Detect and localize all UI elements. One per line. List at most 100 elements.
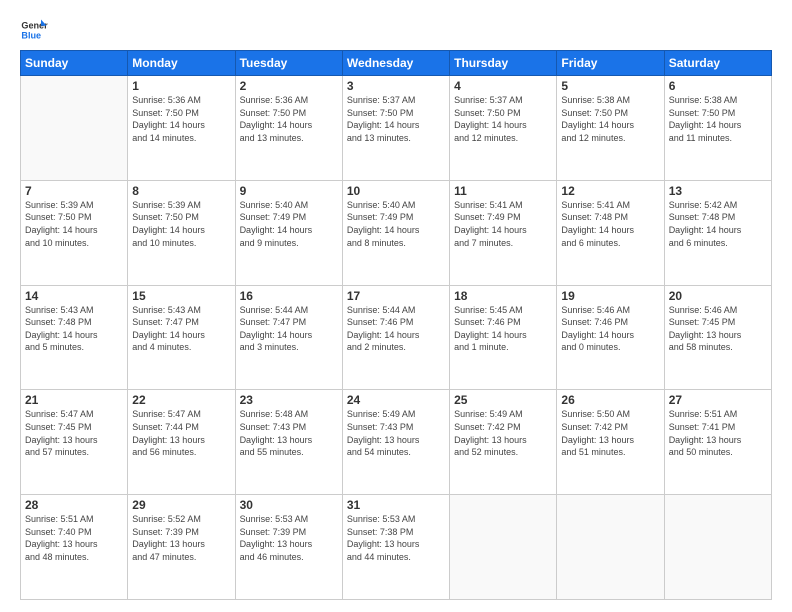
day-info: Sunrise: 5:49 AM Sunset: 7:43 PM Dayligh… — [347, 408, 445, 458]
day-info: Sunrise: 5:41 AM Sunset: 7:48 PM Dayligh… — [561, 199, 659, 249]
calendar-cell — [21, 76, 128, 181]
day-number: 30 — [240, 498, 338, 512]
calendar-cell — [450, 495, 557, 600]
day-info: Sunrise: 5:53 AM Sunset: 7:39 PM Dayligh… — [240, 513, 338, 563]
calendar-cell: 4Sunrise: 5:37 AM Sunset: 7:50 PM Daylig… — [450, 76, 557, 181]
calendar-header-row: SundayMondayTuesdayWednesdayThursdayFrid… — [21, 51, 772, 76]
day-number: 2 — [240, 79, 338, 93]
header-saturday: Saturday — [664, 51, 771, 76]
calendar-cell: 14Sunrise: 5:43 AM Sunset: 7:48 PM Dayli… — [21, 285, 128, 390]
day-number: 8 — [132, 184, 230, 198]
day-info: Sunrise: 5:53 AM Sunset: 7:38 PM Dayligh… — [347, 513, 445, 563]
calendar-cell: 9Sunrise: 5:40 AM Sunset: 7:49 PM Daylig… — [235, 180, 342, 285]
logo-icon: General Blue — [20, 16, 48, 44]
day-number: 4 — [454, 79, 552, 93]
day-info: Sunrise: 5:36 AM Sunset: 7:50 PM Dayligh… — [132, 94, 230, 144]
calendar-cell: 15Sunrise: 5:43 AM Sunset: 7:47 PM Dayli… — [128, 285, 235, 390]
calendar-week-1: 1Sunrise: 5:36 AM Sunset: 7:50 PM Daylig… — [21, 76, 772, 181]
calendar-cell: 12Sunrise: 5:41 AM Sunset: 7:48 PM Dayli… — [557, 180, 664, 285]
day-number: 15 — [132, 289, 230, 303]
day-info: Sunrise: 5:36 AM Sunset: 7:50 PM Dayligh… — [240, 94, 338, 144]
calendar-page: General Blue SundayMondayTuesdayWednesda… — [0, 0, 792, 612]
calendar-week-3: 14Sunrise: 5:43 AM Sunset: 7:48 PM Dayli… — [21, 285, 772, 390]
calendar-cell: 19Sunrise: 5:46 AM Sunset: 7:46 PM Dayli… — [557, 285, 664, 390]
calendar-cell: 22Sunrise: 5:47 AM Sunset: 7:44 PM Dayli… — [128, 390, 235, 495]
calendar-week-5: 28Sunrise: 5:51 AM Sunset: 7:40 PM Dayli… — [21, 495, 772, 600]
day-info: Sunrise: 5:43 AM Sunset: 7:47 PM Dayligh… — [132, 304, 230, 354]
svg-text:Blue: Blue — [21, 30, 41, 40]
calendar-week-2: 7 Sunrise: 5:39 AM Sunset: 7:50 PM Daylig… — [21, 180, 772, 285]
page-header: General Blue — [20, 16, 772, 44]
day-info: Sunrise: 5:45 AM Sunset: 7:46 PM Dayligh… — [454, 304, 552, 354]
calendar-cell: 5Sunrise: 5:38 AM Sunset: 7:50 PM Daylig… — [557, 76, 664, 181]
calendar-cell: 20Sunrise: 5:46 AM Sunset: 7:45 PM Dayli… — [664, 285, 771, 390]
day-info: Sunrise: 5:44 AM Sunset: 7:47 PM Dayligh… — [240, 304, 338, 354]
calendar-cell: 16Sunrise: 5:44 AM Sunset: 7:47 PM Dayli… — [235, 285, 342, 390]
day-info: Sunrise: 5:51 AM Sunset: 7:41 PM Dayligh… — [669, 408, 767, 458]
day-number: 1 — [132, 79, 230, 93]
calendar-cell: 2Sunrise: 5:36 AM Sunset: 7:50 PM Daylig… — [235, 76, 342, 181]
day-number: 17 — [347, 289, 445, 303]
day-number: 19 — [561, 289, 659, 303]
day-info: Sunrise: 5:40 AM Sunset: 7:49 PM Dayligh… — [240, 199, 338, 249]
day-info: Sunrise: 5:44 AM Sunset: 7:46 PM Dayligh… — [347, 304, 445, 354]
calendar-cell: 3Sunrise: 5:37 AM Sunset: 7:50 PM Daylig… — [342, 76, 449, 181]
header-friday: Friday — [557, 51, 664, 76]
day-number: 29 — [132, 498, 230, 512]
calendar-cell: 7Sunrise: 5:39 AM Sunset: 7:50 PM Daylig… — [21, 180, 128, 285]
calendar-cell: 31Sunrise: 5:53 AM Sunset: 7:38 PM Dayli… — [342, 495, 449, 600]
day-number: 10 — [347, 184, 445, 198]
day-number: 14 — [25, 289, 123, 303]
day-info: Sunrise: 5:47 AM Sunset: 7:45 PM Dayligh… — [25, 408, 123, 458]
calendar-cell: 13Sunrise: 5:42 AM Sunset: 7:48 PM Dayli… — [664, 180, 771, 285]
day-number: 26 — [561, 393, 659, 407]
day-info: Sunrise: 5:37 AM Sunset: 7:50 PM Dayligh… — [347, 94, 445, 144]
header-monday: Monday — [128, 51, 235, 76]
day-number: 16 — [240, 289, 338, 303]
day-info: Sunrise: 5:46 AM Sunset: 7:45 PM Dayligh… — [669, 304, 767, 354]
day-info: Sunrise: 5:47 AM Sunset: 7:44 PM Dayligh… — [132, 408, 230, 458]
day-number: 23 — [240, 393, 338, 407]
day-number: 7 — [25, 184, 123, 198]
day-number: 9 — [240, 184, 338, 198]
day-number: 13 — [669, 184, 767, 198]
calendar-table: SundayMondayTuesdayWednesdayThursdayFrid… — [20, 50, 772, 600]
day-info: Sunrise: 5:40 AM Sunset: 7:49 PM Dayligh… — [347, 199, 445, 249]
day-info: Sunrise: 5:37 AM Sunset: 7:50 PM Dayligh… — [454, 94, 552, 144]
calendar-cell — [664, 495, 771, 600]
calendar-cell: 30Sunrise: 5:53 AM Sunset: 7:39 PM Dayli… — [235, 495, 342, 600]
calendar-cell: 10Sunrise: 5:40 AM Sunset: 7:49 PM Dayli… — [342, 180, 449, 285]
header-sunday: Sunday — [21, 51, 128, 76]
day-info: Sunrise: 5:42 AM Sunset: 7:48 PM Dayligh… — [669, 199, 767, 249]
calendar-cell: 8Sunrise: 5:39 AM Sunset: 7:50 PM Daylig… — [128, 180, 235, 285]
day-number: 27 — [669, 393, 767, 407]
day-info: Sunrise: 5:43 AM Sunset: 7:48 PM Dayligh… — [25, 304, 123, 354]
day-number: 28 — [25, 498, 123, 512]
day-number: 20 — [669, 289, 767, 303]
day-number: 3 — [347, 79, 445, 93]
day-info: Sunrise: 5:39 AM Sunset: 7:50 PM Dayligh… — [132, 199, 230, 249]
calendar-week-4: 21Sunrise: 5:47 AM Sunset: 7:45 PM Dayli… — [21, 390, 772, 495]
calendar-cell: 1Sunrise: 5:36 AM Sunset: 7:50 PM Daylig… — [128, 76, 235, 181]
calendar-cell: 18Sunrise: 5:45 AM Sunset: 7:46 PM Dayli… — [450, 285, 557, 390]
day-info: Sunrise: 5:49 AM Sunset: 7:42 PM Dayligh… — [454, 408, 552, 458]
day-number: 5 — [561, 79, 659, 93]
day-number: 6 — [669, 79, 767, 93]
day-number: 18 — [454, 289, 552, 303]
day-info: Sunrise: 5:41 AM Sunset: 7:49 PM Dayligh… — [454, 199, 552, 249]
day-number: 11 — [454, 184, 552, 198]
day-number: 22 — [132, 393, 230, 407]
day-info: Sunrise: 5:48 AM Sunset: 7:43 PM Dayligh… — [240, 408, 338, 458]
calendar-cell: 24Sunrise: 5:49 AM Sunset: 7:43 PM Dayli… — [342, 390, 449, 495]
calendar-cell: 27Sunrise: 5:51 AM Sunset: 7:41 PM Dayli… — [664, 390, 771, 495]
calendar-cell: 23Sunrise: 5:48 AM Sunset: 7:43 PM Dayli… — [235, 390, 342, 495]
calendar-cell: 25Sunrise: 5:49 AM Sunset: 7:42 PM Dayli… — [450, 390, 557, 495]
day-info: Sunrise: 5:51 AM Sunset: 7:40 PM Dayligh… — [25, 513, 123, 563]
day-number: 31 — [347, 498, 445, 512]
day-info: Sunrise: 5:52 AM Sunset: 7:39 PM Dayligh… — [132, 513, 230, 563]
day-number: 24 — [347, 393, 445, 407]
calendar-cell: 6Sunrise: 5:38 AM Sunset: 7:50 PM Daylig… — [664, 76, 771, 181]
day-number: 21 — [25, 393, 123, 407]
day-number: 25 — [454, 393, 552, 407]
day-info: Sunrise: 5:38 AM Sunset: 7:50 PM Dayligh… — [669, 94, 767, 144]
